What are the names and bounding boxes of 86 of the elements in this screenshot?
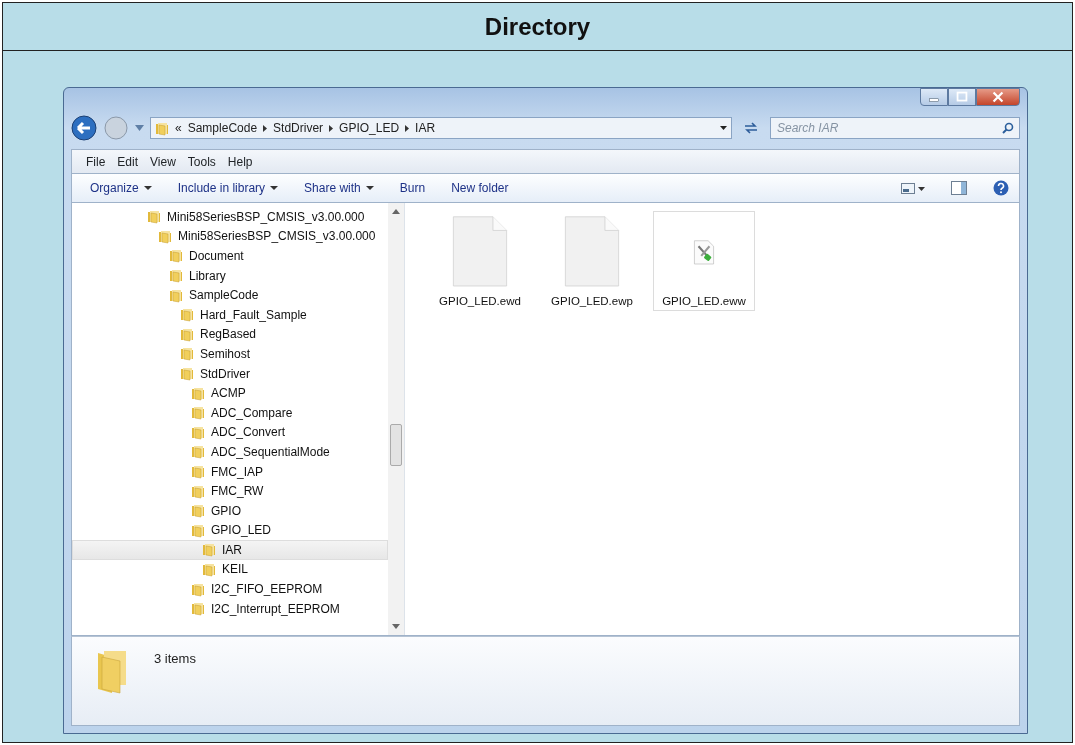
folder-icon — [169, 268, 183, 284]
folder-icon — [191, 601, 205, 617]
tree-item[interactable]: ACMP — [72, 383, 388, 403]
menu-item[interactable]: View — [150, 152, 176, 171]
document-tile[interactable]: GPIO_LED.ewd — [429, 211, 531, 311]
search-icon[interactable] — [1002, 122, 1014, 134]
folder-icon — [155, 120, 169, 136]
toolbar-button[interactable]: Organize — [90, 179, 152, 197]
folder-icon — [180, 307, 194, 323]
tree-item[interactable]: GPIO_LED — [72, 520, 388, 541]
breadcrumb[interactable]: GPIO_LED — [339, 119, 400, 137]
toolbar-button[interactable]: Share with — [304, 179, 374, 197]
menu-item[interactable]: Tools — [187, 152, 216, 171]
back-button[interactable] — [71, 115, 97, 141]
folder-icon — [180, 366, 194, 382]
search-field[interactable]: Search IAR — [770, 117, 1020, 139]
toolbar-button[interactable]: Include in library — [177, 179, 279, 197]
chevron-icon — [405, 124, 410, 132]
tree-item[interactable]: ADC_SequentialMode — [72, 442, 388, 462]
close-button[interactable] — [976, 88, 1020, 106]
item-count: 3 items — [154, 650, 196, 668]
tree-item[interactable]: FMC_RW — [72, 481, 388, 501]
folder-icon — [191, 424, 205, 440]
folder-icon — [147, 209, 161, 225]
tree-item[interactable]: StdDriver — [72, 363, 388, 384]
tree-item[interactable]: IAR — [72, 540, 388, 560]
maximize-button[interactable] — [948, 88, 976, 106]
dropdown-caret-icon — [720, 126, 727, 130]
folder-icon — [191, 464, 205, 479]
view-options-icon — [901, 182, 925, 194]
page-title: Directory — [484, 11, 591, 42]
folder-icon — [191, 405, 205, 421]
menu-item[interactable]: File — [86, 152, 106, 171]
tree-item[interactable]: ADC_Compare — [72, 402, 388, 423]
tree-item[interactable]: FMC_IAP — [72, 461, 388, 482]
tree-item[interactable]: KEIL — [72, 559, 388, 580]
document-tile[interactable]: GPIO_LED.eww — [653, 211, 755, 311]
caret-icon — [270, 186, 279, 190]
caret-icon — [365, 186, 374, 190]
menu-item[interactable]: Edit — [117, 152, 139, 171]
tree-item[interactable]: Library — [72, 265, 388, 286]
caret-icon — [143, 186, 152, 190]
address-bar[interactable]: « SampleCode StdDriver GPIO_LED IAR — [150, 117, 732, 139]
folder-icon — [191, 385, 205, 401]
breadcrumb[interactable]: IAR — [415, 119, 436, 137]
tree-item[interactable]: I2C_Interrupt_EEPROM — [72, 598, 388, 619]
folder-icon — [158, 228, 172, 244]
folder-icon — [96, 649, 128, 695]
recent-pages-caret-icon[interactable] — [135, 125, 144, 131]
folder-icon — [191, 522, 205, 538]
folder-icon — [191, 581, 205, 597]
folder-icon — [169, 287, 183, 303]
breadcrumb[interactable]: StdDriver — [273, 119, 324, 137]
tree-item[interactable]: Mini58SeriesBSP_CMSIS_v3.00.000 — [72, 226, 388, 247]
folder-icon — [191, 444, 205, 460]
preview-pane-icon — [951, 181, 967, 195]
folder-icon — [191, 483, 205, 499]
folder-icon — [180, 346, 194, 362]
document-tile[interactable]: GPIO_LED.ewp — [541, 211, 643, 311]
tree-item[interactable]: RegBased — [72, 324, 388, 345]
folder-icon — [202, 542, 216, 558]
help-icon — [993, 180, 1009, 196]
tree-item[interactable]: GPIO — [72, 500, 388, 521]
toolbar-button[interactable]: New folder — [451, 179, 509, 197]
scroll-down-icon[interactable] — [392, 624, 400, 629]
tree-item[interactable]: Mini58SeriesBSP_CMSIS_v3.00.000 — [72, 207, 388, 227]
tree-item[interactable]: I2C_FIFO_EEPROM — [72, 579, 388, 599]
folder-icon — [191, 503, 205, 519]
scroll-up-icon[interactable] — [392, 209, 400, 214]
tree-item[interactable]: Hard_Fault_Sample — [72, 304, 388, 325]
folder-icon — [202, 562, 216, 577]
chevron-icon — [329, 124, 334, 132]
tree-item[interactable]: Semihost — [72, 344, 388, 364]
scrollbar-thumb[interactable] — [390, 424, 402, 466]
chevron-icon — [263, 124, 268, 132]
tree-item[interactable]: Document — [72, 246, 388, 266]
breadcrumb[interactable]: SampleCode — [187, 119, 258, 137]
folder-icon — [180, 326, 194, 342]
folder-icon — [169, 248, 183, 264]
toolbar-button[interactable]: Burn — [399, 179, 426, 197]
menu-item[interactable]: Help — [227, 152, 253, 171]
scrollbar[interactable] — [388, 203, 404, 635]
tree-item[interactable]: SampleCode — [72, 285, 388, 305]
minimize-button[interactable] — [920, 88, 948, 106]
path-overflow[interactable]: « — [175, 119, 182, 137]
tree-item[interactable]: ADC_Convert — [72, 422, 388, 443]
